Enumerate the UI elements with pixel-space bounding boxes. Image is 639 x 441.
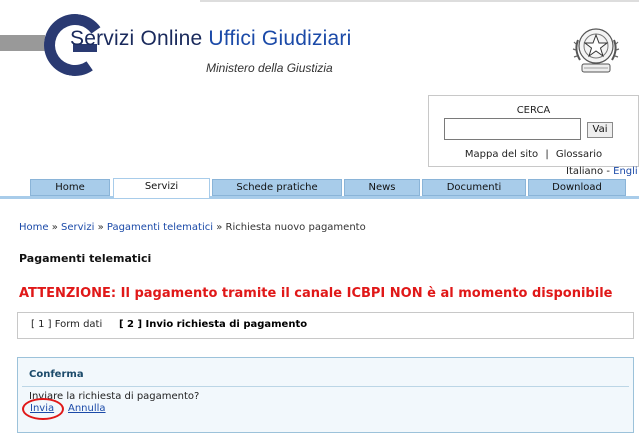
breadcrumb-home[interactable]: Home bbox=[19, 222, 49, 233]
breadcrumb-separator: » bbox=[51, 222, 58, 233]
site-header: Servizi Online Uffici Giudiziari Ministe… bbox=[0, 0, 639, 178]
breadcrumb-separator: » bbox=[97, 222, 104, 233]
glossary-link[interactable]: Glossario bbox=[556, 149, 602, 160]
search-utility-links: Mappa del sito | Glossario bbox=[429, 149, 638, 160]
search-input[interactable] bbox=[444, 118, 581, 140]
tab-download[interactable]: Download bbox=[528, 179, 626, 196]
link-separator: | bbox=[545, 149, 549, 160]
sitemap-link[interactable]: Mappa del sito bbox=[465, 149, 538, 160]
service-warning: ATTENZIONE: Il pagamento tramite il cana… bbox=[19, 286, 613, 301]
step-invio-richiesta: [ 2 ] Invio richiesta di pagamento bbox=[119, 319, 308, 330]
main-navigation: Home Servizi Schede pratiche News Docume… bbox=[0, 178, 639, 199]
site-brand[interactable]: Servizi Online Uffici Giudiziari bbox=[70, 27, 351, 51]
cancel-payment-link[interactable]: Annulla bbox=[68, 403, 106, 414]
tab-news[interactable]: News bbox=[344, 179, 420, 196]
confirm-divider bbox=[22, 386, 629, 387]
breadcrumb-servizi[interactable]: Servizi bbox=[61, 222, 94, 233]
tab-servizi[interactable]: Servizi bbox=[113, 178, 210, 198]
ministry-subtitle: Ministero della Giustizia bbox=[206, 61, 333, 75]
search-title: CERCA bbox=[516, 105, 551, 116]
tab-schede-pratiche[interactable]: Schede pratiche bbox=[212, 179, 342, 196]
language-current: Italiano bbox=[566, 166, 604, 177]
search-panel: CERCA Vai Mappa del sito | Glossario bbox=[428, 95, 639, 167]
language-english-link[interactable]: Engli bbox=[613, 166, 638, 177]
tab-home[interactable]: Home bbox=[30, 179, 110, 196]
wizard-steps: [ 1 ] Form dati [ 2 ] Invio richiesta di… bbox=[17, 312, 634, 339]
breadcrumb-current: Richiesta nuovo pagamento bbox=[225, 222, 366, 233]
breadcrumb-pagamenti-telematici[interactable]: Pagamenti telematici bbox=[107, 222, 213, 233]
breadcrumb-separator: » bbox=[216, 222, 223, 233]
brand-uffici-giudiziari: Uffici Giudiziari bbox=[208, 27, 352, 50]
breadcrumb: Home » Servizi » Pagamenti telematici » … bbox=[19, 222, 366, 233]
step-form-dati: [ 1 ] Form dati bbox=[31, 319, 103, 330]
italian-republic-emblem-icon bbox=[572, 28, 620, 73]
confirm-panel: Conferma Inviare la richiesta di pagamen… bbox=[17, 357, 634, 433]
highlight-annotation bbox=[22, 398, 64, 420]
language-separator: - bbox=[606, 166, 610, 177]
search-submit-button[interactable]: Vai bbox=[587, 122, 613, 138]
tab-documenti[interactable]: Documenti bbox=[422, 179, 526, 196]
header-top-rule bbox=[200, 0, 639, 2]
language-switcher: Italiano - Engli bbox=[566, 166, 638, 177]
page-title: Pagamenti telematici bbox=[19, 252, 152, 265]
confirm-title: Conferma bbox=[29, 369, 84, 380]
brand-servizi-online: Servizi Online bbox=[70, 27, 203, 50]
logo-bar-decoration bbox=[0, 35, 45, 51]
